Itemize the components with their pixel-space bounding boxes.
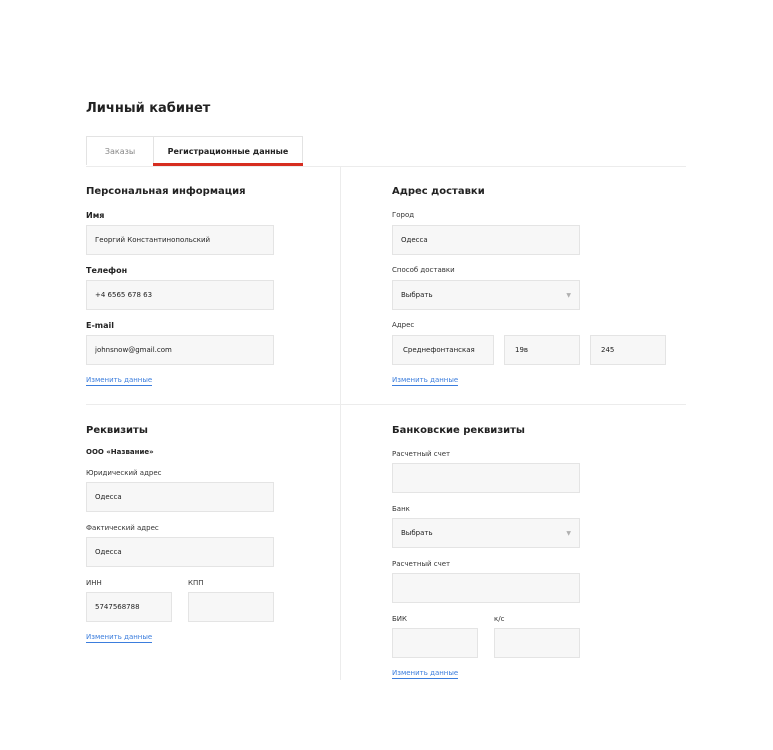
- row-divider: [86, 404, 686, 405]
- tab-orders[interactable]: Заказы: [86, 136, 153, 165]
- account2-label: Расчетный счет: [392, 560, 451, 568]
- tab-orders-label: Заказы: [104, 146, 136, 156]
- street-field[interactable]: [392, 335, 494, 365]
- legal-address-label: Юридический адрес: [86, 469, 162, 477]
- chevron-down-icon: ▼: [566, 529, 571, 537]
- inn-field[interactable]: [86, 592, 172, 622]
- inn-label: ИНН: [86, 579, 102, 587]
- ks-label: к/с: [494, 615, 505, 623]
- requisites-edit-link[interactable]: Изменить данные: [86, 633, 153, 643]
- tab-registration-data[interactable]: Регистрационные данные: [153, 136, 303, 165]
- account-label: Расчетный счет: [392, 450, 451, 458]
- tab-registration-label: Регистрационные данные: [167, 146, 289, 156]
- account-field[interactable]: [392, 463, 580, 493]
- page-title: Личный кабинет: [86, 101, 211, 116]
- actual-address-label: Фактический адрес: [86, 524, 159, 532]
- legal-address-field[interactable]: [86, 482, 274, 512]
- delivery-method-label: Способ доставки: [392, 266, 455, 274]
- name-label: Имя: [86, 211, 105, 220]
- city-label: Город: [392, 211, 415, 219]
- account2-field[interactable]: [392, 573, 580, 603]
- email-label: E-mail: [86, 321, 115, 330]
- bank-label: Банк: [392, 505, 410, 513]
- ks-field[interactable]: [494, 628, 580, 658]
- requisites-section-title: Реквизиты: [86, 425, 148, 436]
- personal-edit-link[interactable]: Изменить данные: [86, 376, 153, 386]
- chevron-down-icon: ▼: [566, 291, 571, 299]
- name-field[interactable]: [86, 225, 274, 255]
- delivery-section-title: Адрес доставки: [392, 186, 485, 197]
- address-label: Адрес: [392, 321, 415, 329]
- tabs-divider: [86, 166, 686, 167]
- delivery-method-value: Выбрать: [401, 291, 433, 299]
- phone-field[interactable]: [86, 280, 274, 310]
- phone-label: Телефон: [86, 266, 128, 275]
- kpp-label: КПП: [188, 579, 204, 587]
- house-field[interactable]: [504, 335, 580, 365]
- kpp-field[interactable]: [188, 592, 274, 622]
- actual-address-field[interactable]: [86, 537, 274, 567]
- bank-edit-link[interactable]: Изменить данные: [392, 669, 459, 679]
- delivery-method-select[interactable]: Выбрать ▼: [392, 280, 580, 310]
- apartment-field[interactable]: [590, 335, 666, 365]
- column-divider: [340, 166, 341, 680]
- city-field[interactable]: [392, 225, 580, 255]
- bik-field[interactable]: [392, 628, 478, 658]
- personal-section-title: Персональная информация: [86, 186, 246, 197]
- delivery-edit-link[interactable]: Изменить данные: [392, 376, 459, 386]
- bank-section-title: Банковские реквизиты: [392, 425, 525, 436]
- bik-label: БИК: [392, 615, 408, 623]
- bank-select-value: Выбрать: [401, 529, 433, 537]
- email-field[interactable]: [86, 335, 274, 365]
- company-name: ООО «Название»: [86, 448, 154, 456]
- bank-select[interactable]: Выбрать ▼: [392, 518, 580, 548]
